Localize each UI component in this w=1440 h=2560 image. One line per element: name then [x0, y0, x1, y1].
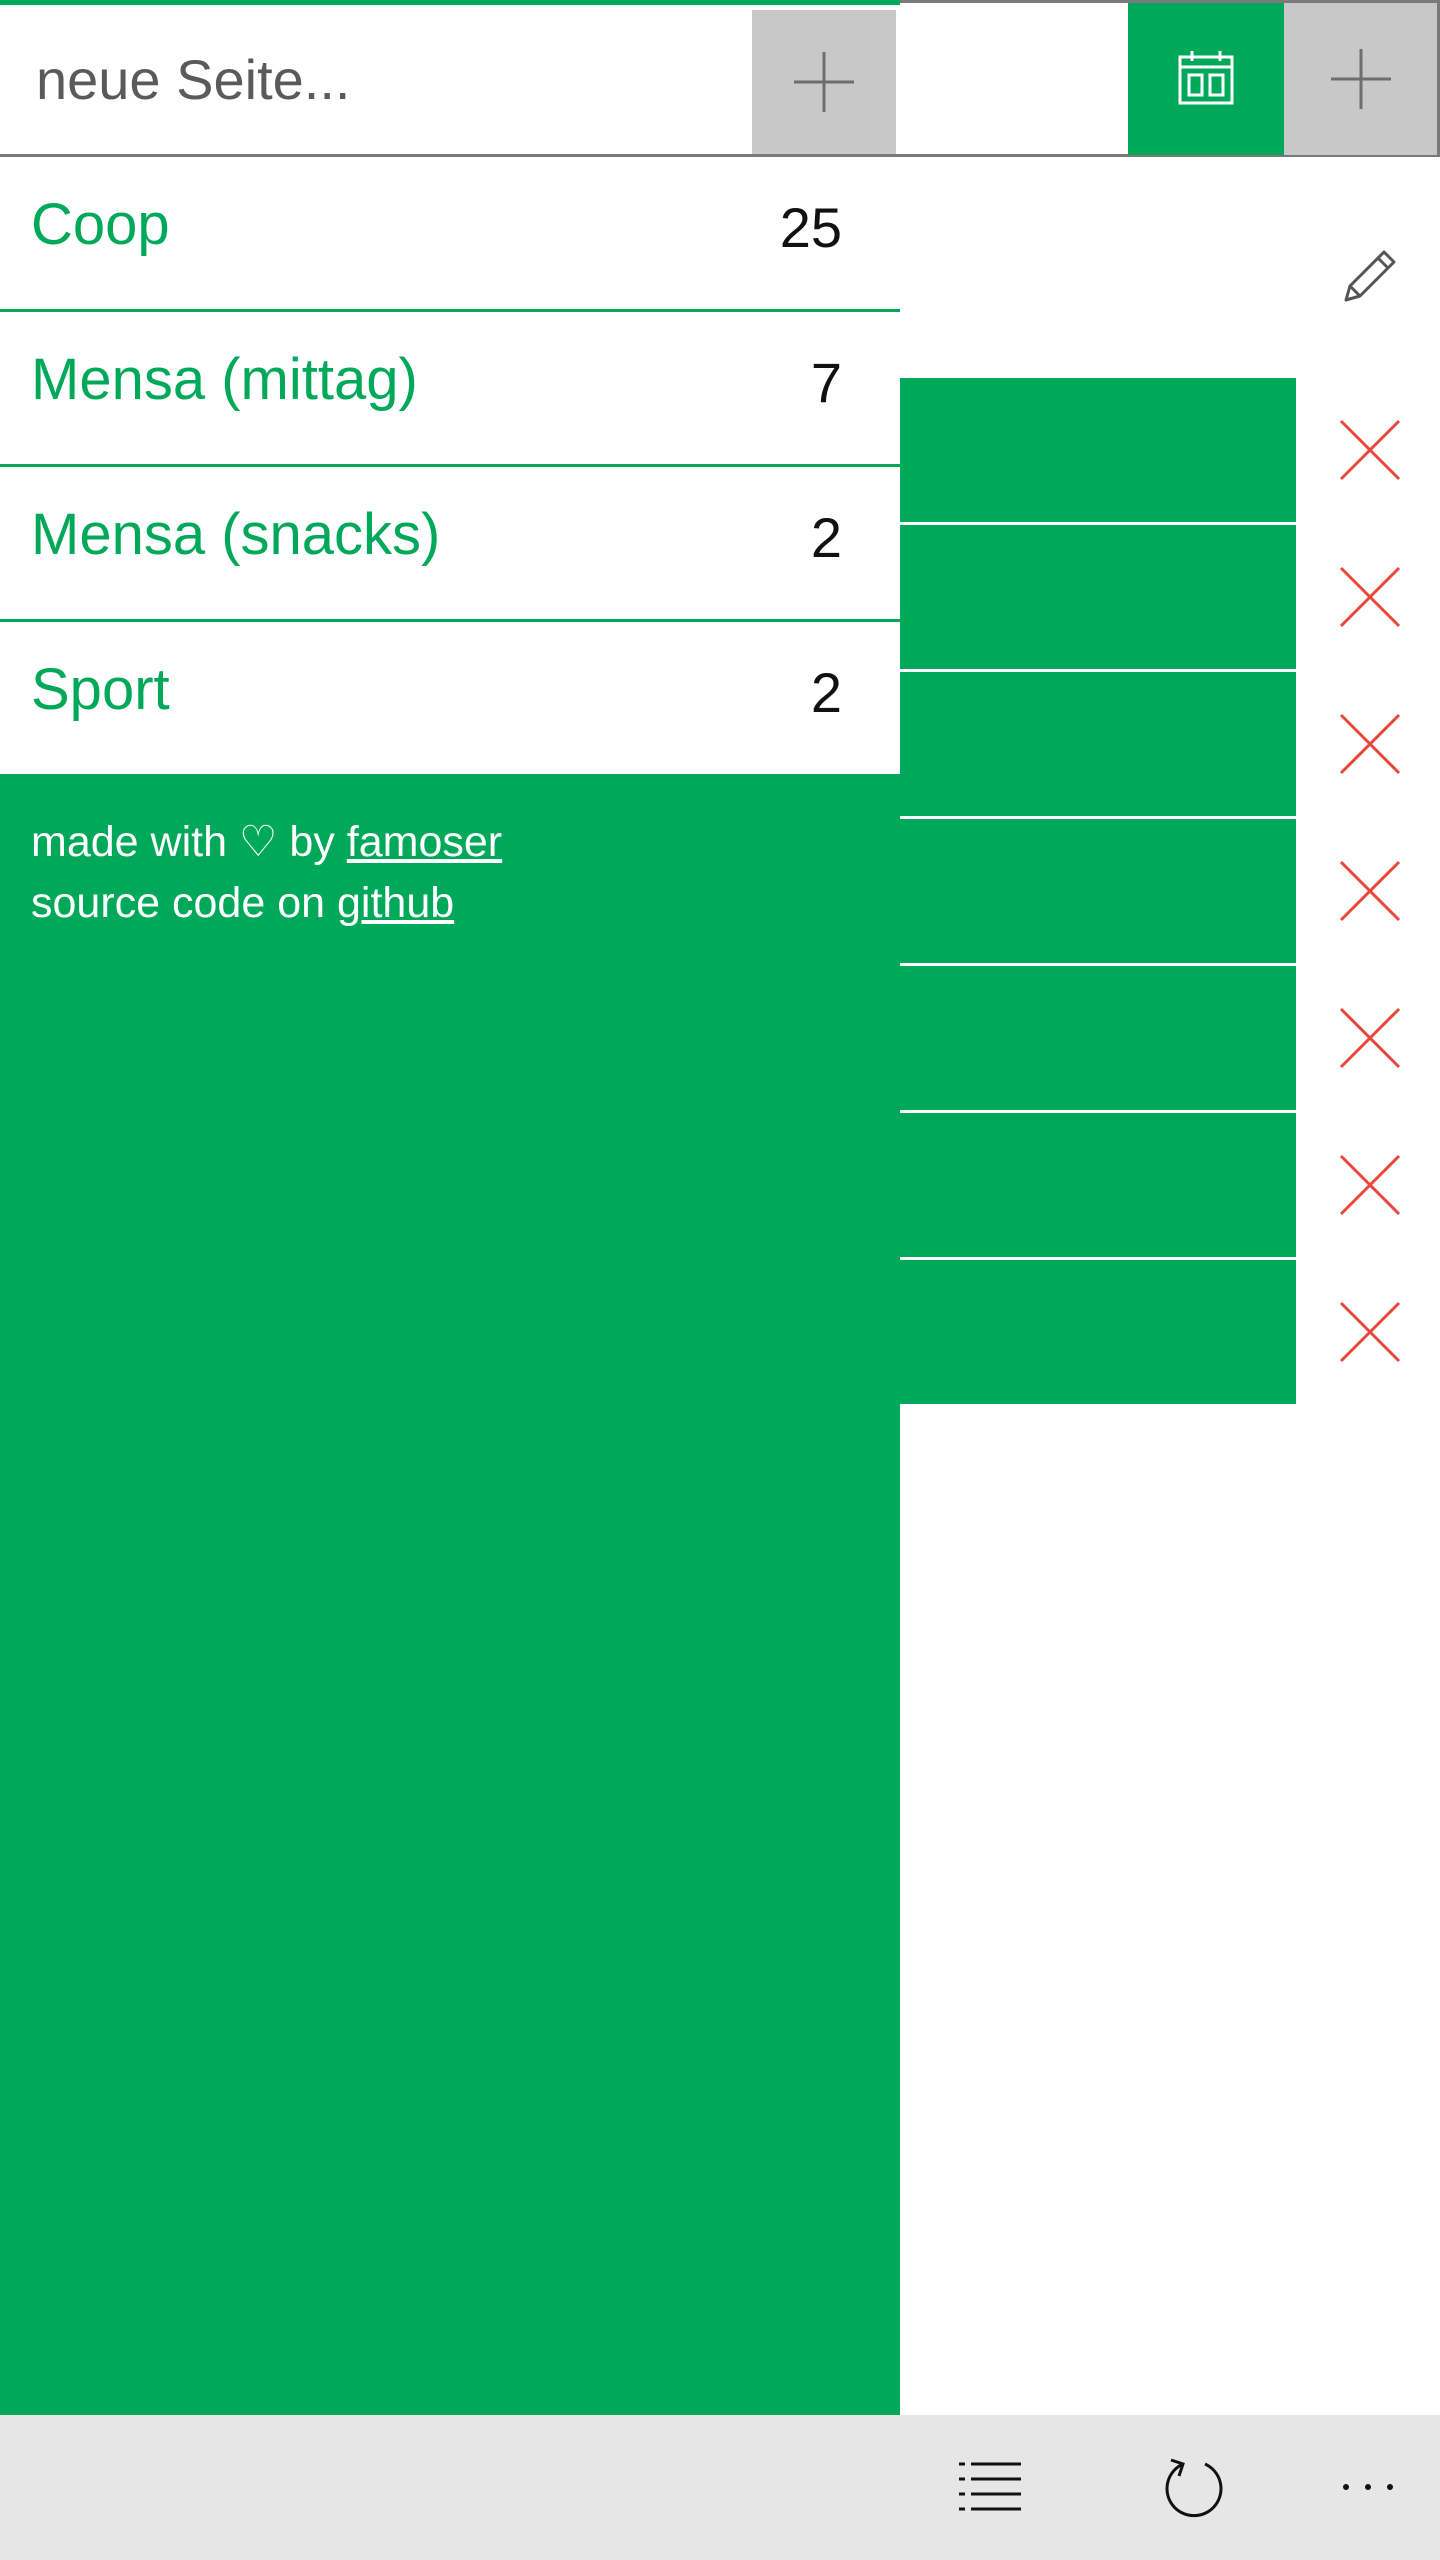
delete-entry-button[interactable]	[1320, 1282, 1420, 1382]
new-page-box	[0, 5, 900, 157]
page-list: Coop 25 Mensa (mittag) 7 Mensa (snacks) …	[0, 157, 900, 774]
page-name: Sport	[31, 657, 170, 722]
page-item[interactable]: Mensa (mittag) 7	[0, 312, 900, 467]
close-icon	[1339, 1154, 1401, 1216]
made-with-text: made with ♡ by	[31, 818, 335, 866]
page-name: Coop	[31, 192, 170, 257]
new-page-input[interactable]	[0, 5, 752, 154]
close-icon	[1339, 566, 1401, 628]
page-count: 2	[810, 506, 842, 569]
pencil-icon	[1344, 250, 1396, 302]
github-link[interactable]: github	[337, 879, 454, 927]
list-icon	[959, 2462, 1021, 2511]
pane-footer: made with ♡ by famoser source code on gi…	[31, 812, 502, 934]
source-line: source code on github	[31, 873, 502, 934]
close-icon	[1339, 419, 1401, 481]
entry-bar[interactable]	[900, 819, 1296, 963]
delete-entry-button[interactable]	[1320, 400, 1420, 500]
entry-list	[900, 378, 1440, 1407]
close-icon	[1339, 1007, 1401, 1069]
entry-bar[interactable]	[900, 1113, 1296, 1257]
page-item[interactable]: Sport 2	[0, 622, 900, 774]
author-link[interactable]: famoser	[347, 818, 502, 866]
entry-bar[interactable]	[900, 525, 1296, 669]
page-item[interactable]: Coop 25	[0, 157, 900, 312]
plus-icon	[1330, 49, 1391, 109]
entry-row	[900, 672, 1440, 819]
page-count: 2	[810, 661, 842, 724]
entry-row	[900, 819, 1440, 966]
app-bar	[0, 2415, 1440, 2560]
source-text: source code on	[31, 879, 326, 927]
close-icon	[1339, 713, 1401, 775]
close-icon	[1339, 1301, 1401, 1363]
refresh-icon	[1165, 2458, 1223, 2518]
edit-button[interactable]	[1320, 226, 1420, 326]
page-count: 7	[810, 351, 842, 414]
delete-entry-button[interactable]	[1320, 547, 1420, 647]
page-name: Mensa (snacks)	[31, 502, 441, 567]
calendar-icon	[1178, 51, 1234, 105]
more-icon	[1343, 2484, 1393, 2490]
plus-icon	[794, 52, 854, 112]
close-icon	[1339, 860, 1401, 922]
entry-bar[interactable]	[900, 672, 1296, 816]
delete-entry-button[interactable]	[1320, 988, 1420, 1088]
page-item[interactable]: Mensa (snacks) 2	[0, 467, 900, 622]
list-button[interactable]	[940, 2437, 1040, 2537]
delete-entry-button[interactable]	[1320, 841, 1420, 941]
entry-bar[interactable]	[900, 966, 1296, 1110]
entry-row	[900, 1260, 1440, 1407]
entry-row	[900, 525, 1440, 672]
credits-line: made with ♡ by famoser	[31, 812, 502, 873]
delete-entry-button[interactable]	[1320, 1135, 1420, 1235]
entry-row	[900, 966, 1440, 1113]
refresh-button[interactable]	[1144, 2437, 1244, 2537]
delete-entry-button[interactable]	[1320, 694, 1420, 794]
page-count: 25	[779, 196, 842, 259]
page-name: Mensa (mittag)	[31, 347, 418, 412]
entry-row	[900, 378, 1440, 525]
entry-row	[900, 1113, 1440, 1260]
pages-pane: Coop 25 Mensa (mittag) 7 Mensa (snacks) …	[0, 0, 900, 2415]
calendar-button[interactable]	[1128, 3, 1284, 155]
add-page-button[interactable]	[752, 10, 896, 154]
entry-bar[interactable]	[900, 1260, 1296, 1404]
entry-bar[interactable]	[900, 378, 1296, 522]
more-button[interactable]	[1318, 2437, 1418, 2537]
add-entry-button[interactable]	[1284, 3, 1437, 155]
